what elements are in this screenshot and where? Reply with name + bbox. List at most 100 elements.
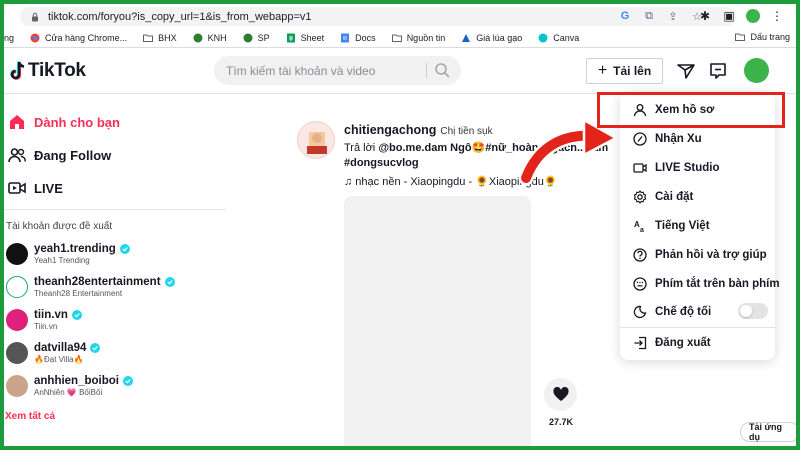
svg-text:a: a [640,227,644,233]
chrome-store-icon [30,33,40,42]
live-studio-icon [632,162,647,173]
suggested-account[interactable]: datvilla94 🔥Đạt Villa🔥 [6,342,101,364]
verified-icon [90,343,101,353]
home-icon [10,115,24,129]
sheets-icon [286,33,295,42]
verified-icon [164,277,175,287]
search-input[interactable]: Tìm kiếm tài khoản và video [214,56,461,85]
nav-for-you[interactable]: Dành cho bạn [8,113,120,131]
avatar [6,309,28,331]
google-icon[interactable]: G [618,9,632,23]
inbox-icon[interactable] [708,61,728,81]
upload-button[interactable]: + Tải lên [586,58,663,84]
logo-text: TikTok [28,60,86,81]
post-nickname: Chị tiền sụk [440,126,493,137]
site-icon [462,33,471,42]
profile-dropdown-menu: Xem hồ sơ Nhận Xu LIVE Studio Cài đặt Aa… [620,92,780,360]
suggested-account[interactable]: tiin.vn Tiin.vn [6,309,82,331]
bookmark-item[interactable]: BHX [143,33,177,43]
sidebar-divider [4,209,226,210]
like-count: 27.7K [548,417,574,427]
suggested-accounts-title: Tài khoản được đề xuất [6,221,113,232]
nav-label: Đang Follow [34,147,112,163]
site-icon [193,33,203,42]
profile-icon[interactable] [746,9,760,23]
nav-live[interactable]: LIVE [8,179,63,197]
folder-icon [391,34,402,42]
bookmark-item[interactable]: ng [4,33,14,43]
avatar-image [307,132,327,154]
upload-label: Tải lên [613,64,652,78]
menu-divider [620,327,775,328]
menu-get-coins[interactable]: Nhận Xu [632,131,702,146]
nav-following[interactable]: Đang Follow [8,146,111,164]
bookmarks-folder[interactable]: Dấu trang [735,32,790,42]
post-username[interactable]: chitiengachong Chị tiền sụk [344,123,493,137]
gear-icon [633,189,646,204]
bookmark-item[interactable]: KNH [193,33,227,43]
tiktok-header: TikTok Tìm kiếm tài khoản và video + Tải… [4,48,796,94]
tiktok-logo[interactable]: TikTok [8,60,86,82]
search-divider [426,63,427,78]
nav-label: LIVE [34,180,63,196]
extensions-icon[interactable]: ✱ [698,9,712,23]
search-placeholder: Tìm kiếm tài khoản và video [226,63,376,78]
dark-mode-toggle[interactable] [738,303,768,319]
post-author-avatar[interactable] [297,121,335,159]
video-player[interactable] [344,196,531,450]
bookmark-item[interactable]: Docs [340,33,376,43]
site-icon [243,33,253,42]
nav-label: Dành cho bạn [34,114,120,130]
bookmark-item[interactable]: Sheet [286,33,324,43]
plus-icon: + [597,62,608,79]
get-app-button[interactable]: Tải ứng dụ [740,422,800,442]
menu-dots-icon[interactable]: ⋮ [770,9,784,23]
profile-avatar[interactable] [744,58,769,83]
send-icon[interactable] [676,61,696,81]
bookmark-item[interactable]: Canva [538,33,579,43]
avatar [6,276,28,298]
menu-language[interactable]: Aa Tiếng Việt [632,218,710,233]
avatar [6,342,28,364]
menu-keyboard-shortcuts[interactable]: Phím tắt trên bàn phím [632,276,780,291]
verified-icon [122,376,133,386]
suggested-account[interactable]: theanh28entertainment Theanh28 Entertainm… [6,276,175,298]
folder-icon [143,34,154,42]
see-all-link[interactable]: Xem tất cả [5,411,55,422]
toggle-knob [740,305,752,317]
sidepanel-icon[interactable]: ▣ [722,9,736,23]
bookmark-item[interactable]: SP [243,33,270,43]
menu-settings[interactable]: Cài đặt [632,189,693,204]
lock-icon [32,12,38,21]
url-text: tiktok.com/foryou?is_copy_url=1&is_from_… [48,10,312,23]
folder-icon [735,33,746,41]
tiktok-note-icon [9,61,25,80]
like-button[interactable] [544,378,577,411]
avatar [6,375,28,397]
menu-feedback-help[interactable]: Phản hồi và trợ giúp [632,247,767,262]
bookmark-item[interactable]: Cửa hàng Chrome... [30,33,127,43]
live-icon [8,182,26,194]
share-icon[interactable]: ⇪ [666,9,680,23]
sidebar: Dành cho bạn Đang Follow LIVE Tài khoản … [4,95,229,450]
verified-icon [119,244,130,254]
search-icon[interactable] [434,62,451,79]
suggested-account[interactable]: anhhien_boiboi AnNhiên 💗 BốiBối [6,375,133,397]
bookmark-item[interactable]: Giá lúa gạo [461,33,522,43]
menu-live-studio[interactable]: LIVE Studio [632,160,720,175]
browser-toolbar: tiktok.com/foryou?is_copy_url=1&is_from_… [4,4,796,28]
help-icon [632,247,647,262]
following-icon [8,148,26,163]
suggested-account[interactable]: yeah1.trending Yeah1 Trending [6,243,130,265]
moon-icon [633,305,646,318]
bookmark-item[interactable]: Nguồn tin [391,33,445,43]
menu-logout[interactable]: Đăng xuất [632,335,711,350]
heart-icon [552,387,569,401]
caption-hashtag[interactable]: #dongsucvlog [344,157,419,169]
coin-icon [632,131,647,146]
caption-mention[interactable]: @bo.me.dam [378,142,447,154]
screenshot-icon[interactable]: ⧉ [642,9,656,23]
menu-dark-mode[interactable]: Chế độ tối [632,304,711,319]
language-icon: Aa [634,220,644,233]
logout-icon [634,336,646,349]
